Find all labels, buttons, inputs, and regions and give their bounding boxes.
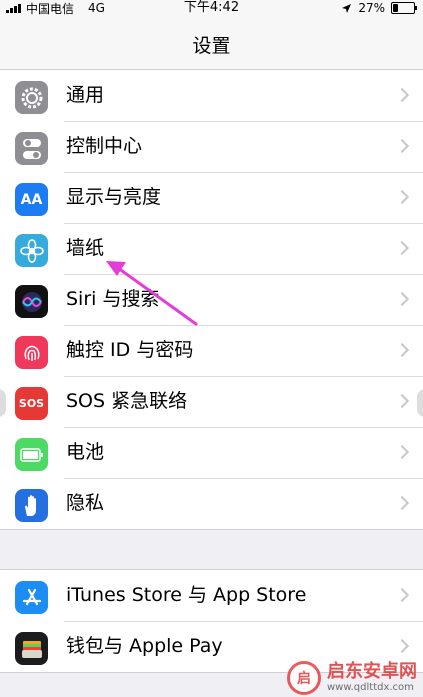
settings-row-emergency-sos[interactable]: SOS SOS 紧急联络 bbox=[0, 376, 423, 427]
status-right: 27% bbox=[341, 0, 417, 16]
watermark-url: www.qdlttdx.com bbox=[327, 682, 414, 693]
chevron-right-icon bbox=[394, 291, 410, 307]
text-size-icon: AA bbox=[15, 183, 48, 216]
location-icon bbox=[342, 3, 352, 13]
settings-row-label: 控制中心 bbox=[66, 135, 143, 157]
settings-row-label: Siri 与搜索 bbox=[66, 288, 160, 310]
settings-row-label: 隐私 bbox=[66, 492, 105, 514]
edge-handle-right bbox=[417, 389, 423, 417]
settings-row-privacy[interactable]: 隐私 bbox=[0, 478, 423, 529]
gear-icon bbox=[15, 81, 48, 114]
settings-row-label: iTunes Store 与 App Store bbox=[66, 584, 307, 606]
page-title: 设置 bbox=[192, 35, 231, 57]
chevron-right-icon bbox=[394, 587, 410, 603]
settings-row-itunes-app-store[interactable]: iTunes Store 与 App Store bbox=[0, 570, 423, 621]
settings-row-battery[interactable]: 电池 bbox=[0, 427, 423, 478]
settings-row-label: 墙纸 bbox=[66, 237, 105, 259]
siri-icon bbox=[15, 285, 48, 318]
settings-row-label: 通用 bbox=[66, 84, 105, 106]
settings-row-label: SOS 紧急联络 bbox=[66, 390, 188, 412]
chevron-right-icon bbox=[394, 138, 410, 154]
chevron-right-icon bbox=[394, 87, 410, 103]
toggles-icon bbox=[15, 132, 48, 165]
hand-icon bbox=[15, 489, 48, 522]
chevron-right-icon bbox=[394, 495, 410, 511]
chevron-right-icon bbox=[394, 240, 410, 256]
settings-row-label: 钱包与 Apple Pay bbox=[66, 635, 223, 657]
battery-icon bbox=[15, 438, 48, 471]
settings-row-siri-search[interactable]: Siri 与搜索 bbox=[0, 274, 423, 325]
app-store-icon bbox=[15, 581, 48, 614]
chevron-right-icon bbox=[394, 638, 410, 654]
status-bar: 中国电信 4G 下午4:42 27% bbox=[0, 0, 423, 18]
wallet-icon bbox=[15, 632, 48, 665]
chevron-right-icon bbox=[394, 393, 410, 409]
watermark: 启 启东安卓网 www.qdlttdx.com bbox=[287, 661, 417, 695]
navigation-bar: 设置 bbox=[0, 18, 423, 70]
sos-icon: SOS bbox=[15, 387, 48, 420]
watermark-logo: 启 bbox=[287, 661, 321, 695]
settings-row-display-brightness[interactable]: AA 显示与亮度 bbox=[0, 172, 423, 223]
flower-icon bbox=[15, 234, 48, 267]
battery-percent: 27% bbox=[358, 1, 385, 15]
settings-row-wallpaper[interactable]: 墙纸 bbox=[0, 223, 423, 274]
chevron-right-icon bbox=[394, 342, 410, 358]
settings-row-label: 显示与亮度 bbox=[66, 186, 162, 208]
settings-row-touch-id-passcode[interactable]: 触控 ID 与密码 bbox=[0, 325, 423, 376]
settings-row-label: 触控 ID 与密码 bbox=[66, 339, 194, 361]
settings-row-label: 电池 bbox=[66, 441, 105, 463]
chevron-right-icon bbox=[394, 444, 410, 460]
chevron-right-icon bbox=[394, 189, 410, 205]
settings-group-main: 通用 控制中心 AA 显示与亮度 墙纸 Siri 与搜索 触控 ID 与密码 S… bbox=[0, 69, 423, 530]
settings-group-store: iTunes Store 与 App Store 钱包与 Apple Pay bbox=[0, 569, 423, 673]
settings-row-general[interactable]: 通用 bbox=[0, 70, 423, 121]
fingerprint-icon bbox=[15, 336, 48, 369]
settings-row-control-center[interactable]: 控制中心 bbox=[0, 121, 423, 172]
watermark-title: 启东安卓网 bbox=[327, 661, 417, 682]
battery-level-fill bbox=[393, 4, 398, 12]
battery-icon bbox=[391, 2, 417, 14]
